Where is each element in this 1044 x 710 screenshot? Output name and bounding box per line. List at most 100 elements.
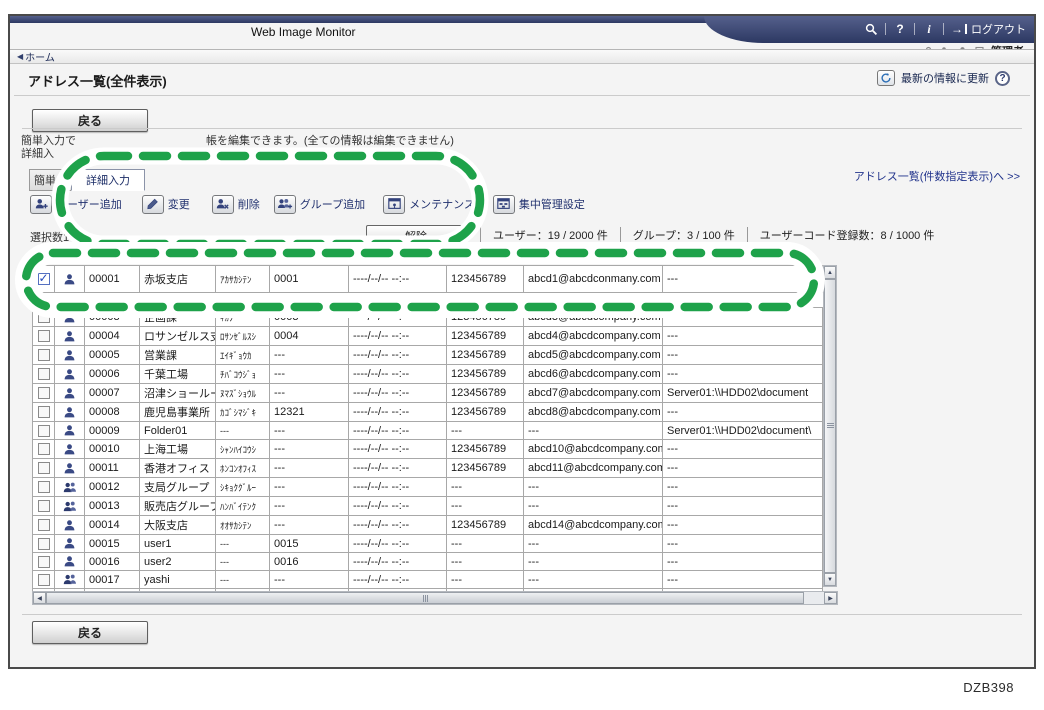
table-row[interactable]: 00008鹿児島事業所ｶｺﾞｼﾏｼﾞｷ12321----/--/-- --:--… [33, 403, 823, 422]
row-checkbox[interactable] [38, 481, 50, 493]
thumb-grip [423, 595, 424, 602]
row-checkbox[interactable] [38, 273, 50, 285]
table-row[interactable]: 00015user1---0015----/--/-- --:---------… [33, 535, 823, 553]
table-horizontal-scrollbar[interactable]: ◀ ▶ [32, 591, 838, 605]
row-checkbox[interactable] [38, 406, 50, 418]
cell-registration-number: 00009 [85, 422, 140, 440]
cell-user-code: --- [270, 440, 349, 459]
cell-registration-number: 00003 [85, 308, 140, 327]
breadcrumb[interactable]: ◀ ホーム [10, 49, 1034, 64]
logout-button[interactable]: → ログアウト [951, 21, 1026, 37]
row-checkbox[interactable] [38, 443, 50, 455]
separator [914, 23, 915, 35]
person-icon [59, 519, 80, 532]
row-checkbox[interactable] [38, 425, 50, 437]
row-checkbox[interactable] [38, 349, 50, 361]
row-checkbox[interactable] [38, 368, 50, 380]
cell-email-destination: abcd3@abcdcompany.com [524, 308, 663, 327]
cell-folder-destination: --- [663, 346, 823, 365]
toolbar-button-4[interactable]: グループ追加 [274, 195, 365, 214]
row-checkbox[interactable] [38, 556, 50, 568]
table-row[interactable]: 00014大阪支店ｵｵｻｶｼﾃﾝ-------/--/-- --:--12345… [33, 516, 823, 535]
header-icon-bar: ? i → ログアウト [864, 19, 1026, 39]
thumb-grip [827, 423, 834, 424]
cell-fax-destination: --- [447, 478, 524, 497]
table-row[interactable]: 00016user2---0016----/--/-- --:---------… [33, 553, 823, 571]
row-checkbox[interactable] [38, 462, 50, 474]
cell-folder-destination: Server01:\\HDD02\document [663, 384, 823, 403]
delete-icon [212, 195, 234, 214]
table-row[interactable]: 00009Folder01----------/--/-- --:-------… [33, 422, 823, 440]
toolbar-button-6[interactable]: 集中管理設定 [493, 195, 585, 214]
back-button-bottom[interactable]: 戻る [32, 621, 148, 644]
cell-name: 販売店グループ [140, 497, 216, 516]
address-list-count-view-link[interactable]: アドレス一覧(件数指定表示)へ >> [854, 168, 1020, 184]
table-row[interactable]: 00001赤坂支店ｱｶｻｶｼﾃﾝ0001----/--/-- --:--1234… [33, 266, 823, 293]
address-toolbar: ユーザー追加 変更 削除グループ追加メンテナンス 集中管理設定 [30, 193, 585, 215]
scroll-left-button[interactable]: ◀ [33, 592, 46, 604]
table-row[interactable]: 00013販売店グループﾊﾝﾊﾞｲﾃﾝｸ-------/--/-- --:---… [33, 497, 823, 516]
cell-fax-destination: --- [447, 422, 524, 440]
page-help-icon[interactable]: ? [995, 71, 1010, 86]
person-icon [59, 349, 80, 362]
cell-fax-destination: 123456789 [447, 516, 524, 535]
breadcrumb-home[interactable]: ホーム [25, 49, 55, 64]
table-row[interactable]: 00003企画課ｷｶｸ0003----/--/-- --:--123456789… [33, 308, 823, 327]
scroll-down-button[interactable]: ▼ [824, 573, 836, 586]
clear-selection-button[interactable]: 解除 [366, 225, 466, 246]
cell-kana: ｼｷｮｸｸﾞﾙｰ [216, 478, 270, 497]
row-checkbox[interactable] [38, 387, 50, 399]
scroll-right-button[interactable]: ▶ [824, 592, 837, 604]
toolbar-button-2[interactable]: 変更 [142, 195, 190, 214]
person-icon [59, 555, 80, 568]
row-checkbox[interactable] [38, 330, 50, 342]
table-vertical-scrollbar[interactable]: ▲ ▼ [823, 265, 837, 587]
row-checkbox[interactable] [38, 311, 50, 323]
tab-detail-input[interactable]: 詳細入力 [71, 169, 145, 191]
row-checkbox[interactable] [38, 519, 50, 531]
table-row[interactable]: 00005営業課ｴｲｷﾞｮｳｶ-------/--/-- --:--123456… [33, 346, 823, 365]
refresh-label[interactable]: 最新の情報に更新 [901, 70, 989, 86]
search-icon[interactable] [864, 22, 878, 36]
table-row[interactable]: 00011香港オフィスﾎﾝｺﾝｵﾌｨｽ-------/--/-- --:--12… [33, 459, 823, 478]
cell-user-code: --- [270, 346, 349, 365]
cell-fax-destination: 123456789 [447, 327, 524, 346]
table-row[interactable]: 00007沼津ショールームﾇﾏｽﾞｼｮｳﾙ-------/--/-- --:--… [33, 384, 823, 403]
cell-user-code: 0004 [270, 327, 349, 346]
cell-email-destination: abcd11@abcdcompany.com [524, 459, 663, 478]
toolbar-button-label: 集中管理設定 [519, 196, 585, 212]
table-row[interactable]: 00010上海工場ｼｬﾝﾊｲｺｳｼ-------/--/-- --:--1234… [33, 440, 823, 459]
registration-stat: グループ：3 / 100 件 [620, 227, 747, 243]
table-row[interactable]: 00006千葉工場ﾁﾊﾞｺｳｼﾞｮ-------/--/-- --:--1234… [33, 365, 823, 384]
toolbar-button-5[interactable]: メンテナンス [383, 195, 475, 214]
table-row[interactable]: 00004ロサンゼルス支局ﾛｻﾝｾﾞﾙｽｼ0004----/--/-- --:-… [33, 327, 823, 346]
cell-registration-number: 00010 [85, 440, 140, 459]
row-checkbox[interactable] [38, 538, 50, 550]
divider [22, 614, 1022, 615]
toolbar-button-3[interactable]: 削除 [212, 195, 260, 214]
cell-last-used: ----/--/-- --:-- [349, 459, 447, 478]
row-checkbox[interactable] [38, 500, 50, 512]
horizontal-scroll-thumb[interactable] [46, 592, 804, 604]
cell-last-used: ----/--/-- --:-- [349, 384, 447, 403]
toolbar-button-1[interactable]: ユーザー追加 [30, 195, 122, 214]
cell-fax-destination: 123456789 [447, 365, 524, 384]
info-icon[interactable]: i [922, 22, 936, 36]
table-row[interactable]: 00012支局グループｼｷｮｸｸﾞﾙｰ-------/--/-- --:----… [33, 478, 823, 497]
page-description: 簡単入力で帳を編集できます。(全ての情報は編集できません) 詳細入 [21, 135, 454, 161]
breadcrumb-arrow-icon: ◀ [17, 52, 23, 61]
vertical-scroll-thumb[interactable] [824, 279, 836, 573]
cell-kana: --- [216, 553, 270, 571]
cell-name: yashi [140, 571, 216, 589]
cell-fax-destination: --- [447, 571, 524, 589]
refresh-icon[interactable] [877, 70, 895, 86]
person-icon [59, 406, 80, 419]
cell-email-destination: --- [524, 422, 663, 440]
row-checkbox[interactable] [38, 574, 50, 586]
cell-name: 営業課 [140, 346, 216, 365]
help-icon[interactable]: ? [893, 22, 907, 36]
cell-kana: --- [216, 571, 270, 589]
cell-kana: ｴｲｷﾞｮｳｶ [216, 346, 270, 365]
scroll-up-button[interactable]: ▲ [824, 266, 836, 279]
table-row[interactable]: 00017yashi----------/--/-- --:----------… [33, 571, 823, 589]
